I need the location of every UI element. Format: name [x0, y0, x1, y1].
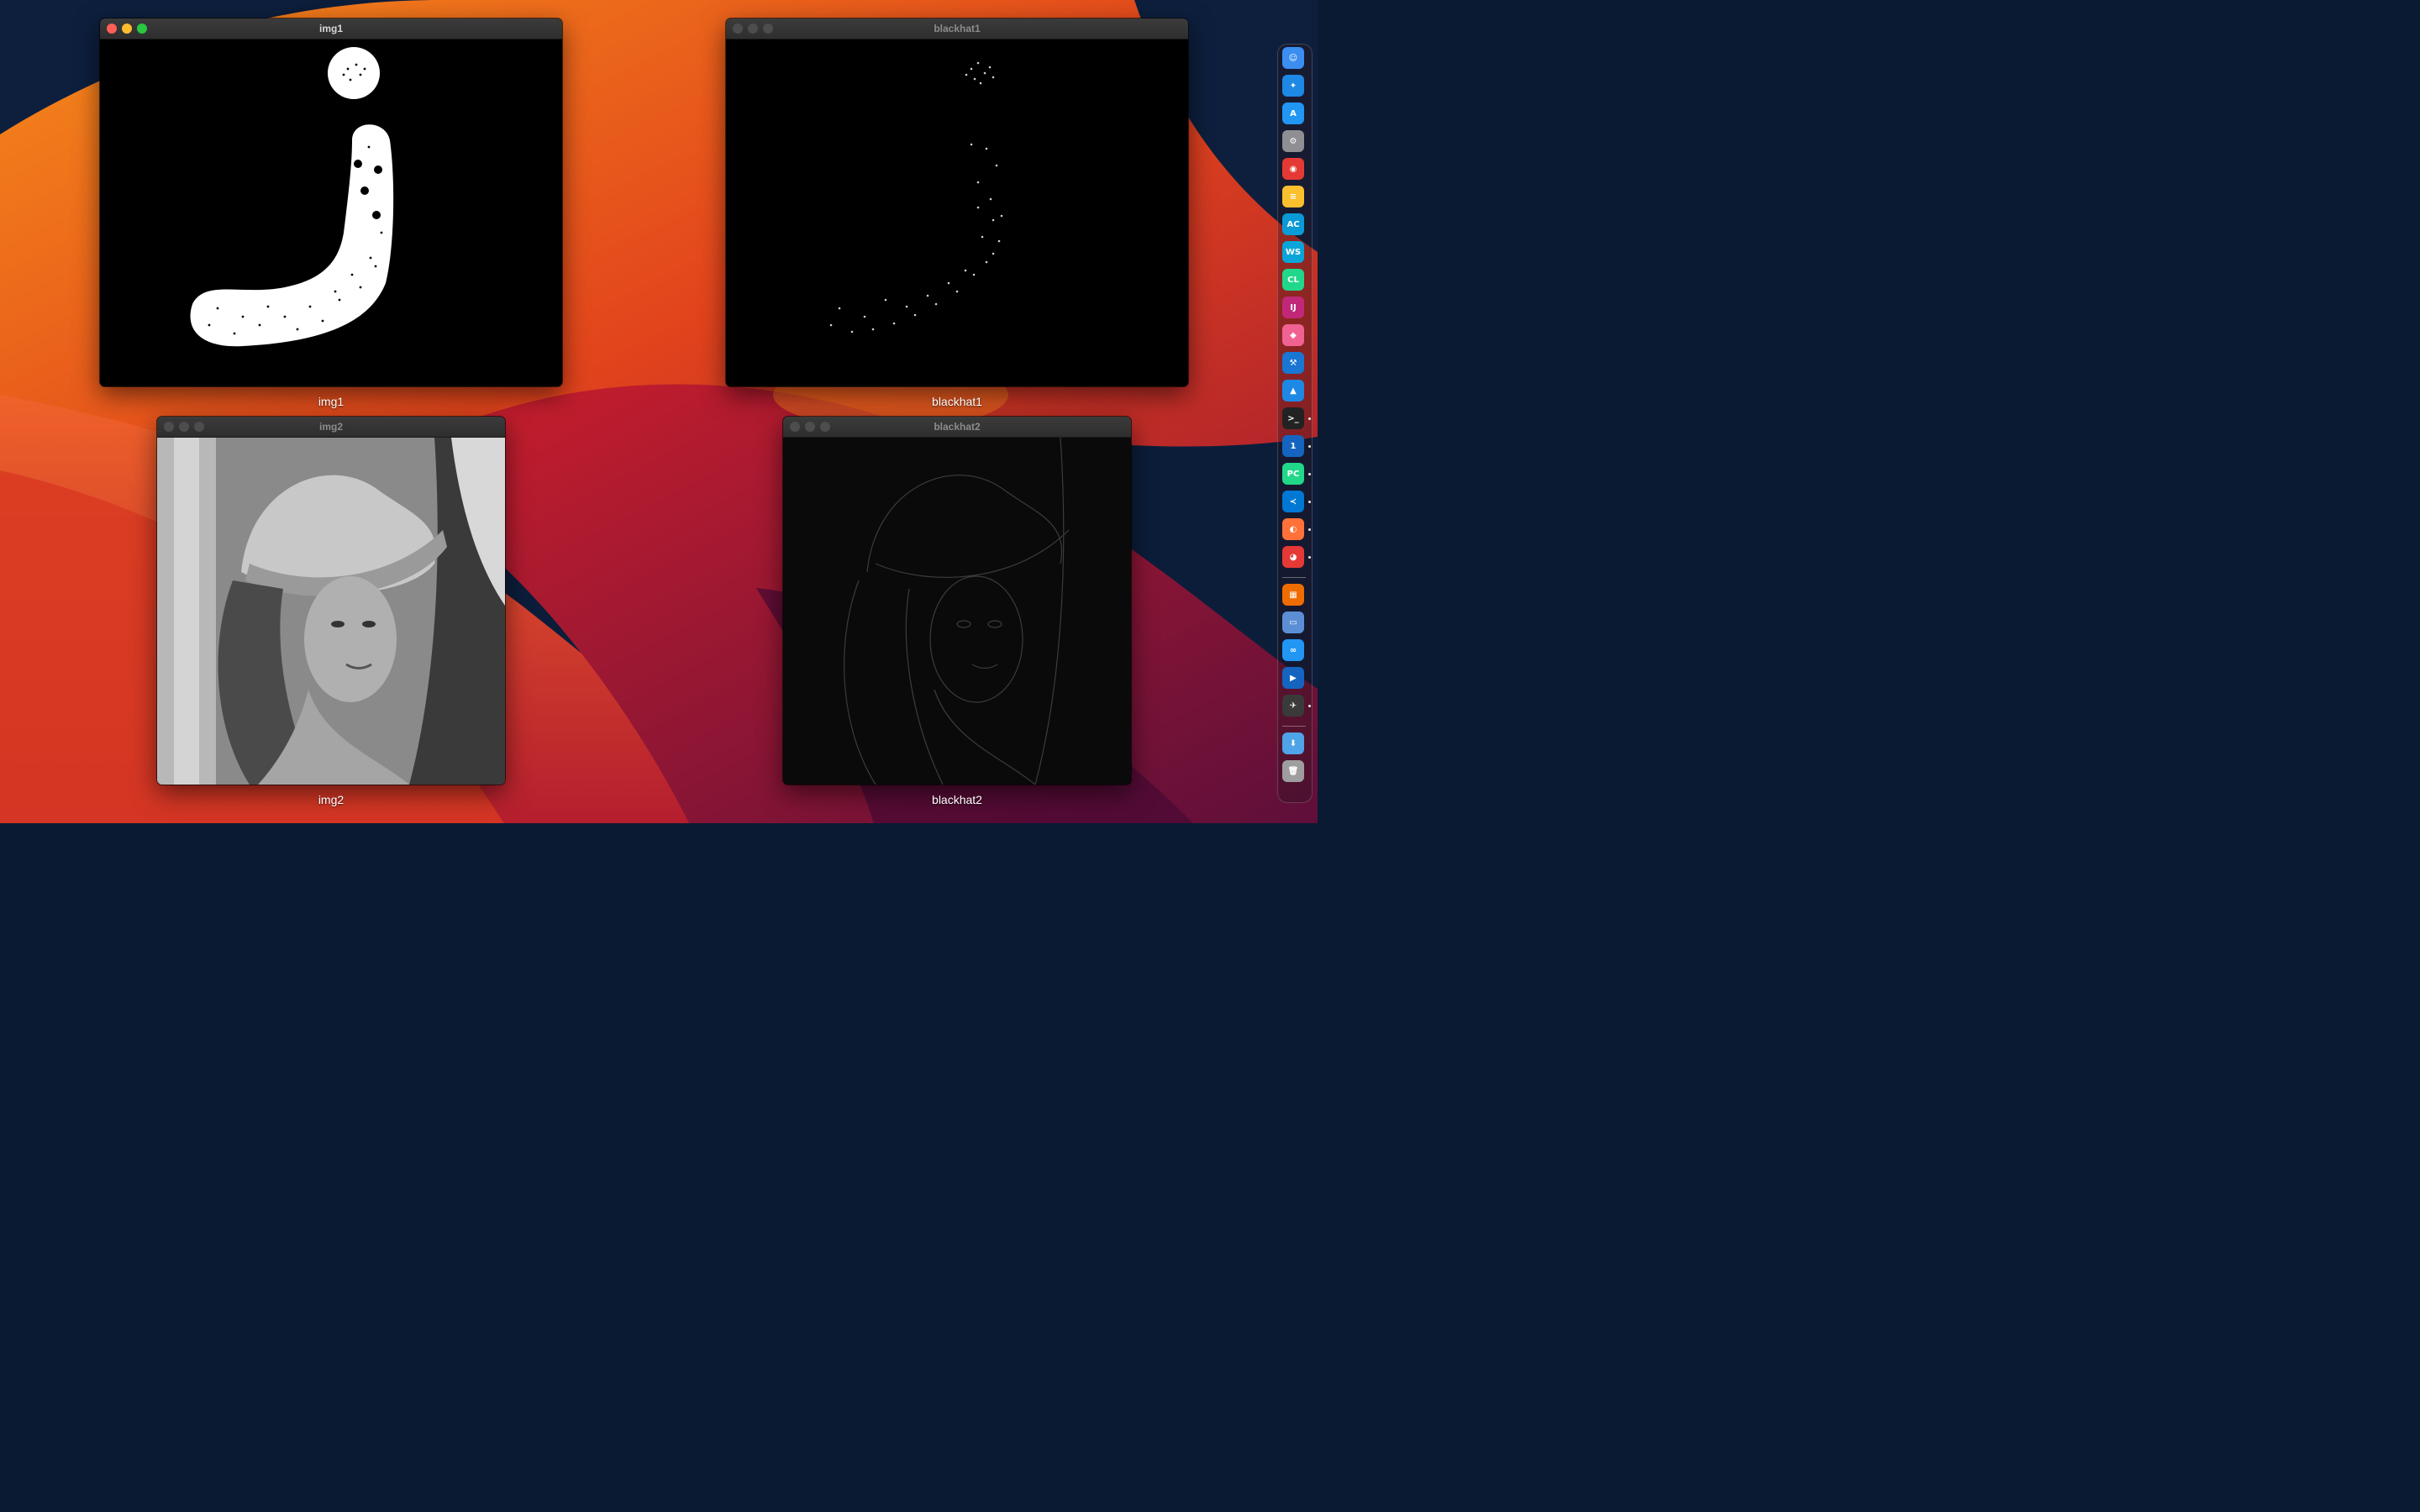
- dock-icon-finder[interactable]: ☺: [1282, 47, 1304, 69]
- dock-icon-terminal[interactable]: >_: [1282, 407, 1304, 429]
- dock-icon-infuse[interactable]: ▶: [1282, 667, 1304, 689]
- dock-icon-appcode[interactable]: AC: [1282, 213, 1304, 235]
- dock: ☺ ✦ A ⚙ ◉ ≡ AC WS CL IJ ◆ ⚒ ▲ >_ 1 PC ≺ ◐ ◕ ▦ ▭ ∞ ▶ ✈ ⬇ 🗑: [1277, 44, 1313, 803]
- dock-icon-python-launcher[interactable]: ✈: [1282, 695, 1304, 717]
- dock-icon-baidu-netdisk[interactable]: ∞: [1282, 639, 1304, 661]
- minimize-button[interactable]: [179, 422, 189, 432]
- close-button[interactable]: [164, 422, 174, 432]
- dock-icon-chrome[interactable]: ◉: [1282, 158, 1304, 180]
- running-indicator: [1308, 445, 1311, 448]
- dock-icon-trash[interactable]: 🗑: [1282, 760, 1304, 782]
- window-blackhat1[interactable]: blackhat1: [726, 18, 1188, 386]
- dock-separator: [1282, 577, 1306, 578]
- dock-icon-downloads-folder[interactable]: ⬇: [1282, 732, 1304, 754]
- dock-icon-clion[interactable]: CL: [1282, 269, 1304, 291]
- window-title: blackhat1: [934, 23, 981, 34]
- zoom-button[interactable]: [820, 422, 830, 432]
- dock-separator: [1282, 726, 1306, 727]
- dock-icon-1password[interactable]: 1: [1282, 435, 1304, 457]
- dock-icon-launchpad[interactable]: ▦: [1282, 584, 1304, 606]
- titlebar[interactable]: blackhat1: [726, 18, 1188, 39]
- running-indicator: [1308, 528, 1311, 531]
- image-canvas: [157, 438, 505, 785]
- dock-icon-pdf-expert[interactable]: ◕: [1282, 546, 1304, 568]
- window-caption: img1: [318, 395, 345, 408]
- dock-icon-vscode[interactable]: ≺: [1282, 491, 1304, 512]
- window-title: img1: [318, 23, 343, 34]
- minimize-button[interactable]: [805, 422, 815, 432]
- dock-icon-system-settings[interactable]: ⚙: [1282, 130, 1304, 152]
- running-indicator: [1308, 705, 1311, 707]
- close-button[interactable]: [790, 422, 800, 432]
- image-canvas: [783, 438, 1131, 785]
- dock-icon-notes[interactable]: ≡: [1282, 186, 1304, 207]
- minimize-button[interactable]: [122, 24, 132, 34]
- close-button[interactable]: [733, 24, 743, 34]
- zoom-button[interactable]: [194, 422, 204, 432]
- minimize-button[interactable]: [748, 24, 758, 34]
- dock-icon-intellij-idea[interactable]: IJ: [1282, 297, 1304, 318]
- window-img1[interactable]: img1: [100, 18, 562, 386]
- running-indicator: [1308, 501, 1311, 503]
- image-canvas: [100, 39, 562, 386]
- window-caption: img2: [318, 793, 345, 806]
- image-canvas: [726, 39, 1188, 386]
- zoom-button[interactable]: [137, 24, 147, 34]
- titlebar[interactable]: img2: [157, 417, 505, 438]
- window-caption: blackhat1: [932, 395, 982, 408]
- dock-icon-preview[interactable]: ▭: [1282, 612, 1304, 633]
- window-img2[interactable]: img2: [157, 417, 505, 785]
- window-title: blackhat2: [934, 421, 981, 433]
- dock-icon-safari[interactable]: ✦: [1282, 75, 1304, 97]
- close-button[interactable]: [107, 24, 117, 34]
- titlebar[interactable]: img1: [100, 18, 562, 39]
- zoom-button[interactable]: [763, 24, 773, 34]
- window-title: img2: [318, 421, 343, 433]
- window-caption: blackhat2: [932, 793, 982, 806]
- dock-icon-app-store[interactable]: A: [1282, 102, 1304, 124]
- dock-icon-cleanmymac[interactable]: ◆: [1282, 324, 1304, 346]
- dock-icon-mweb[interactable]: ▲: [1282, 380, 1304, 402]
- dock-icon-xcode[interactable]: ⚒: [1282, 352, 1304, 374]
- dock-icon-webstorm[interactable]: WS: [1282, 241, 1304, 263]
- window-blackhat2[interactable]: blackhat2: [783, 417, 1131, 785]
- running-indicator: [1308, 556, 1311, 559]
- titlebar[interactable]: blackhat2: [783, 417, 1131, 438]
- running-indicator: [1308, 417, 1311, 420]
- running-indicator: [1308, 473, 1311, 475]
- dock-icon-pycharm[interactable]: PC: [1282, 463, 1304, 485]
- dock-icon-firefox[interactable]: ◐: [1282, 518, 1304, 540]
